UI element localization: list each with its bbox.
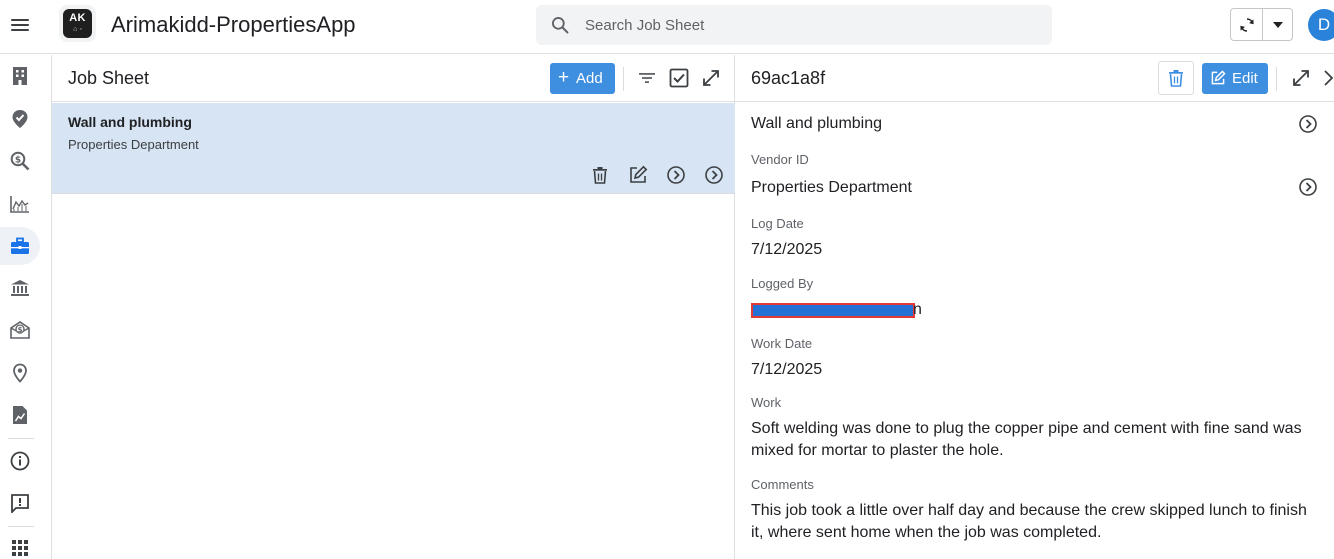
rail-divider — [8, 438, 34, 439]
filter-icon[interactable] — [636, 67, 658, 89]
detail-header: 69ac1a8f Edit — [735, 55, 1334, 102]
nav-job-sheet[interactable] — [0, 227, 40, 265]
report-icon — [13, 406, 27, 424]
rail-divider — [8, 526, 34, 527]
list-header: Job Sheet + Add — [52, 55, 735, 102]
redaction-box — [751, 303, 915, 318]
edit-button[interactable]: Edit — [1202, 63, 1268, 94]
menu-icon[interactable] — [8, 13, 32, 37]
search-dollar-icon: $ — [10, 151, 30, 171]
vendor-id-label: Vendor ID — [751, 152, 809, 167]
search-icon[interactable] — [550, 15, 570, 35]
add-button-label: Add — [576, 70, 603, 87]
comments-value: This job took a little over half day and… — [751, 502, 1307, 541]
feedback-icon — [11, 494, 29, 513]
nav-all-apps[interactable] — [0, 529, 40, 559]
job-name: Wall and plumbing — [751, 115, 883, 132]
work-date-label: Work Date — [751, 336, 813, 351]
toolbar-divider — [1276, 67, 1277, 91]
nav-locations-verified[interactable] — [0, 100, 40, 138]
map-pin-check-icon — [12, 110, 28, 128]
app-title: Arimakidd-PropertiesApp — [111, 12, 356, 37]
expand-icon[interactable] — [1290, 67, 1312, 89]
delete-button[interactable] — [1158, 61, 1194, 95]
edit-button-label: Edit — [1232, 70, 1258, 87]
money-envelope-icon: $ — [10, 321, 30, 339]
logo-subtext: ⌂ ◦ — [73, 26, 82, 33]
logo-text: AK — [69, 12, 86, 24]
log-date-label: Log Date — [751, 216, 804, 231]
search-input[interactable] — [585, 5, 1025, 45]
nav-about[interactable] — [0, 442, 40, 480]
work-value: Soft welding was done to plug the copper… — [751, 420, 1302, 459]
log-date-value: 7/12/2025 — [751, 241, 823, 258]
record-id: 69ac1a8f — [751, 68, 826, 88]
nav-properties[interactable] — [0, 57, 40, 95]
bank-icon — [11, 280, 29, 296]
work-date-value: 7/12/2025 — [751, 361, 823, 378]
nav-payments[interactable]: $ — [0, 311, 40, 349]
toolbar-divider — [623, 67, 624, 91]
sync-button[interactable] — [1231, 9, 1262, 40]
logged-by-value: n — [913, 301, 922, 318]
top-app-bar: AK ⌂ ◦ Arimakidd-PropertiesApp D — [0, 0, 1334, 54]
info-icon — [10, 451, 30, 471]
briefcase-icon — [11, 237, 29, 254]
sync-icon — [1240, 18, 1254, 32]
job-sheet-list-panel: Job Sheet + Add Wall and plumbing Proper… — [52, 55, 735, 559]
job-sheet-detail-panel: 69ac1a8f Edit Wall and plumbing Vendor I… — [735, 55, 1334, 559]
navigate-circle-arrow-icon[interactable] — [1298, 114, 1318, 134]
app-logo[interactable]: AK ⌂ ◦ — [59, 5, 96, 42]
expand-icon[interactable] — [700, 67, 722, 89]
svg-text:$: $ — [15, 156, 21, 166]
apps-grid-icon — [12, 540, 28, 556]
nav-places[interactable] — [0, 354, 40, 392]
close-panel-icon[interactable] — [1322, 67, 1334, 89]
sync-split-button — [1230, 8, 1293, 41]
comments-label: Comments — [751, 477, 814, 492]
nav-feedback[interactable] — [0, 484, 40, 522]
nav-reports[interactable] — [0, 396, 40, 434]
area-chart-icon — [10, 196, 29, 213]
delete-icon[interactable] — [590, 165, 610, 185]
logged-by-label: Logged By — [751, 276, 814, 291]
search-bar — [536, 5, 1052, 45]
building-icon — [13, 67, 27, 85]
vendor-id-value: Properties Department — [751, 179, 912, 196]
edit-icon — [1211, 70, 1226, 85]
nav-search-finance[interactable]: $ — [0, 142, 40, 180]
list-title: Job Sheet — [68, 68, 150, 88]
navigate-circle-arrow-icon[interactable] — [704, 165, 724, 185]
open-circle-arrow-icon[interactable] — [666, 165, 686, 185]
list-item-title: Wall and plumbing — [68, 114, 192, 130]
navigate-circle-arrow-icon[interactable] — [1298, 177, 1318, 197]
delete-icon — [1169, 70, 1183, 87]
add-button[interactable]: + Add — [550, 63, 615, 94]
nav-analytics[interactable] — [0, 185, 40, 223]
list-item[interactable]: Wall and plumbing Properties Department — [52, 103, 735, 194]
select-checkbox-icon[interactable] — [668, 67, 690, 89]
sync-dropdown-button[interactable] — [1263, 9, 1293, 40]
caret-down-icon — [1273, 22, 1283, 28]
work-label: Work — [751, 395, 782, 410]
plus-icon: + — [558, 67, 570, 88]
navigation-rail: $ $ — [0, 55, 52, 559]
nav-banking[interactable] — [0, 269, 40, 307]
list-item-subtitle: Properties Department — [68, 137, 199, 152]
svg-text:$: $ — [18, 326, 23, 334]
edit-icon[interactable] — [628, 165, 648, 185]
avatar[interactable]: D — [1308, 9, 1334, 41]
location-pin-icon — [13, 363, 27, 383]
